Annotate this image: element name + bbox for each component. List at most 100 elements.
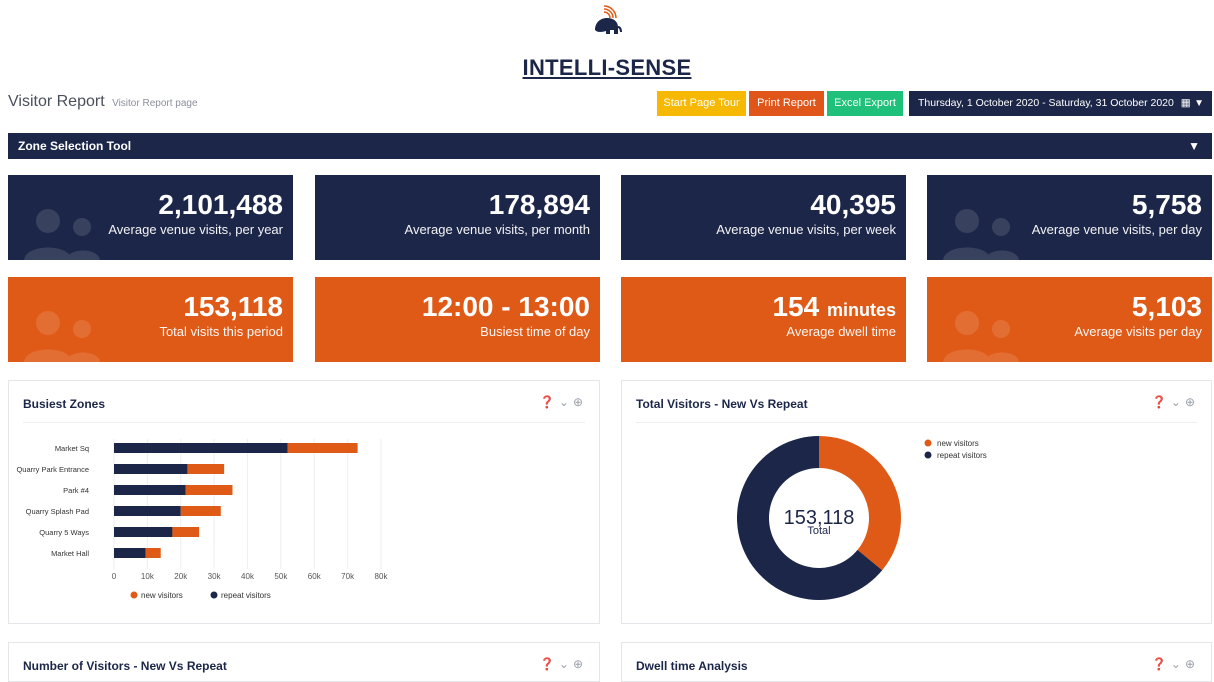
add-icon[interactable]: ⊕ bbox=[573, 395, 587, 409]
help-icon[interactable]: ❓ bbox=[1152, 395, 1171, 409]
help-icon[interactable]: ❓ bbox=[1152, 657, 1171, 671]
x-tick-label: 10k bbox=[141, 572, 155, 581]
print-report-button[interactable]: Print Report bbox=[749, 91, 824, 116]
help-icon[interactable]: ❓ bbox=[540, 657, 559, 671]
stat-value: 12:00 - 13:00 bbox=[421, 291, 590, 322]
stat-number: 154 bbox=[772, 291, 820, 322]
bar-new-visitors bbox=[287, 443, 358, 453]
stat-value: 5,103 bbox=[1131, 291, 1202, 322]
page-title-text: Visitor Report bbox=[8, 93, 105, 110]
stat-card-total-visits: 153,118 Total visits this period bbox=[8, 277, 293, 362]
legend-label: repeat visitors bbox=[937, 451, 987, 460]
busiest-zones-chart: 0 10k 20k 30k 40k 50k 60k 70k 80k Market Sq Quarry… bbox=[16, 439, 389, 600]
x-tick-label: 30k bbox=[208, 572, 222, 581]
chevron-down-icon: ▼ bbox=[1188, 139, 1200, 153]
bar-new-visitors bbox=[172, 527, 200, 537]
legend-marker bbox=[130, 591, 138, 599]
people-icon bbox=[24, 209, 100, 260]
dwell-time-panel: Dwell time Analysis ❓⌄⊕ bbox=[621, 642, 1212, 682]
bar-repeat-visitors bbox=[114, 443, 288, 453]
zone-selection-tool[interactable]: Zone Selection Tool ▼ bbox=[8, 133, 1212, 159]
panel-tools: ❓⌄⊕ bbox=[1152, 657, 1199, 671]
x-tick-label: 50k bbox=[274, 572, 288, 581]
stat-card-visits-per-week: 40,395 Average venue visits, per week bbox=[621, 175, 906, 260]
panel-title: Busiest Zones bbox=[23, 397, 106, 411]
divider bbox=[23, 422, 585, 423]
zone-selection-label: Zone Selection Tool bbox=[18, 139, 132, 153]
y-tick-label: Market Hall bbox=[51, 549, 89, 558]
x-tick-label: 70k bbox=[341, 572, 355, 581]
stat-value: 40,395 bbox=[810, 189, 896, 220]
stat-label: Busiest time of day bbox=[480, 324, 590, 339]
stat-label: Average venue visits, per week bbox=[716, 222, 896, 237]
y-tick-label: Quarry 5 Ways bbox=[39, 528, 89, 537]
panel-tools: ❓⌄⊕ bbox=[540, 395, 587, 409]
calendar-icon: ▦ bbox=[1180, 97, 1191, 109]
stat-value: 178,894 bbox=[488, 189, 590, 220]
bar-repeat-visitors bbox=[114, 548, 146, 558]
busiest-zones-panel: Busiest Zones ❓⌄⊕ 0 10k 20k 30k 40k 50k 60k 70k… bbox=[8, 380, 600, 624]
legend-label: new visitors bbox=[937, 439, 979, 448]
excel-export-button[interactable]: Excel Export bbox=[827, 91, 903, 116]
bar-repeat-visitors bbox=[114, 527, 173, 537]
y-tick-label: Park #4 bbox=[63, 486, 89, 495]
legend-marker bbox=[924, 439, 932, 447]
bar-repeat-visitors bbox=[114, 506, 181, 516]
people-icon bbox=[943, 209, 1019, 260]
y-tick-label: Quarry Park Entrance bbox=[16, 465, 89, 474]
chevron-down-icon[interactable]: ⌄ bbox=[559, 395, 573, 409]
number-of-visitors-panel: Number of Visitors - New Vs Repeat ❓⌄⊕ bbox=[8, 642, 600, 682]
legend-label: new visitors bbox=[141, 591, 183, 600]
panel-title: Number of Visitors - New Vs Repeat bbox=[23, 659, 227, 673]
add-icon[interactable]: ⊕ bbox=[1185, 395, 1199, 409]
stat-label: Average venue visits, per month bbox=[404, 222, 590, 237]
x-tick-label: 40k bbox=[241, 572, 255, 581]
stat-value: 154 minutes bbox=[772, 291, 896, 323]
stat-label: Average visits per day bbox=[1074, 324, 1202, 339]
total-visitors-chart: 153,118Totalnew visitorsrepeat visitors bbox=[737, 436, 987, 600]
date-range-picker[interactable]: Thursday, 1 October 2020 - Saturday, 31 … bbox=[909, 91, 1212, 116]
stat-card-visits-per-day-period: 5,103 Average visits per day bbox=[927, 277, 1212, 362]
panel-tools: ❓⌄⊕ bbox=[540, 657, 587, 671]
x-tick-label: 60k bbox=[308, 572, 322, 581]
stat-card-visits-per-day: 5,758 Average venue visits, per day bbox=[927, 175, 1212, 260]
stat-card-visits-per-month: 178,894 Average venue visits, per month bbox=[315, 175, 600, 260]
people-icon bbox=[943, 311, 1019, 362]
y-tick-label: Market Sq bbox=[55, 444, 89, 453]
stat-value: 153,118 bbox=[183, 291, 283, 322]
donut-center-label: Total bbox=[807, 525, 830, 537]
brand-name: INTELLI-SENSE bbox=[522, 55, 692, 80]
stat-label: Average venue visits, per day bbox=[1031, 222, 1202, 237]
stat-unit: minutes bbox=[826, 300, 896, 320]
x-tick-label: 80k bbox=[375, 572, 389, 581]
chevron-down-icon[interactable]: ⌄ bbox=[559, 657, 573, 671]
chevron-down-icon[interactable]: ⌄ bbox=[1171, 657, 1185, 671]
x-tick-label: 20k bbox=[174, 572, 188, 581]
stat-card-busiest-time: 12:00 - 13:00 Busiest time of day bbox=[315, 277, 600, 362]
add-icon[interactable]: ⊕ bbox=[1185, 657, 1199, 671]
stat-value: 5,758 bbox=[1131, 189, 1202, 220]
slice-new-visitors bbox=[819, 436, 901, 571]
elephant-wifi-icon bbox=[595, 5, 622, 34]
stat-card-visits-per-year: 2,101,488 Average venue visits, per year bbox=[8, 175, 293, 260]
x-tick-label: 0 bbox=[112, 572, 117, 581]
bar-repeat-visitors bbox=[114, 485, 186, 495]
bar-new-visitors bbox=[187, 464, 225, 474]
stat-label: Total visits this period bbox=[159, 324, 283, 339]
start-page-tour-button[interactable]: Start Page Tour bbox=[657, 91, 746, 116]
stat-label: Average dwell time bbox=[786, 324, 896, 339]
panel-title: Dwell time Analysis bbox=[636, 659, 748, 673]
bar-new-visitors bbox=[185, 485, 233, 495]
stat-value: 2,101,488 bbox=[158, 189, 283, 220]
add-icon[interactable]: ⊕ bbox=[573, 657, 587, 671]
page-subtitle: Visitor Report page bbox=[112, 98, 198, 109]
legend-marker bbox=[924, 451, 932, 459]
panel-tools: ❓⌄⊕ bbox=[1152, 395, 1199, 409]
legend-label: repeat visitors bbox=[221, 591, 271, 600]
y-tick-label: Quarry Splash Pad bbox=[26, 507, 89, 516]
people-icon bbox=[24, 311, 100, 362]
help-icon[interactable]: ❓ bbox=[540, 395, 559, 409]
chevron-down-icon[interactable]: ⌄ bbox=[1171, 395, 1185, 409]
bar-new-visitors bbox=[180, 506, 221, 516]
divider bbox=[636, 422, 1197, 423]
